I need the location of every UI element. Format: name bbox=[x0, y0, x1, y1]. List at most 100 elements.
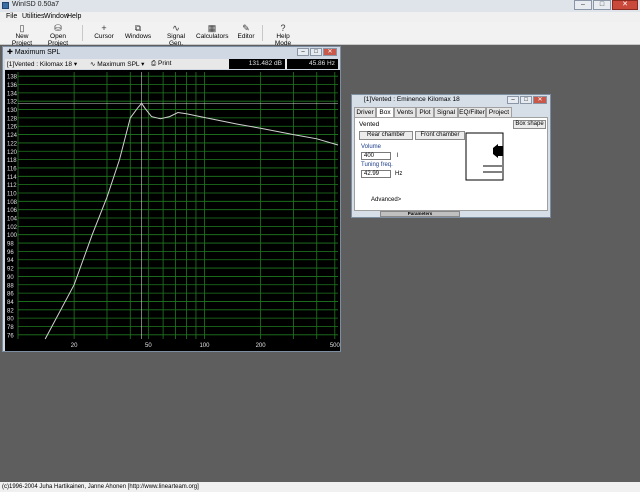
signal-gen-icon: ∿ bbox=[172, 23, 180, 33]
box-window-title: [1]Vented : Eminence Kilomax 18 bbox=[364, 96, 460, 103]
x-tick-label: 500 bbox=[330, 343, 340, 349]
menu-window[interactable]: Window bbox=[44, 13, 69, 20]
y-tick-label: 116 bbox=[7, 166, 17, 172]
y-tick-label: 118 bbox=[7, 158, 17, 164]
tab-signal[interactable]: Signal bbox=[434, 107, 458, 117]
y-tick-label: 90 bbox=[7, 275, 14, 281]
tuning-label: Tuning freq. bbox=[361, 162, 393, 168]
x-tick-label: 200 bbox=[256, 343, 267, 349]
parameters-bar[interactable]: Parameters bbox=[380, 211, 460, 217]
new-project-button[interactable]: ▯ New Project bbox=[6, 23, 38, 47]
y-tick-label: 136 bbox=[7, 83, 18, 89]
box-shape-button[interactable]: Box shape bbox=[513, 120, 546, 129]
app-title: WinISD 0.50a7 bbox=[12, 1, 60, 8]
plot-select-value: Maximum SPL bbox=[97, 61, 140, 68]
toolbar-divider bbox=[262, 25, 263, 41]
y-tick-label: 96 bbox=[7, 250, 14, 256]
help-mode-icon: ? bbox=[280, 23, 286, 33]
menu-utilities[interactable]: Utilities bbox=[22, 13, 45, 20]
calculators-icon: ▦ bbox=[207, 23, 217, 33]
y-tick-label: 132 bbox=[7, 100, 18, 106]
open-project-label: Open Project bbox=[47, 33, 69, 47]
y-tick-label: 120 bbox=[7, 150, 18, 156]
y-tick-label: 88 bbox=[7, 283, 14, 289]
y-tick-label: 104 bbox=[7, 217, 18, 223]
close-button[interactable]: ✕ bbox=[612, 0, 638, 10]
tab-box[interactable]: Box bbox=[376, 107, 394, 117]
waveform-icon: ∿ bbox=[90, 61, 96, 68]
spl-maximize-button[interactable]: □ bbox=[310, 48, 322, 56]
signal-gen-label: Signal Gen. bbox=[166, 33, 186, 47]
cursor-button[interactable]: + Cursor bbox=[92, 23, 116, 40]
help-mode-button[interactable]: ? Help Mode bbox=[268, 23, 298, 47]
editor-icon: ✎ bbox=[242, 23, 250, 33]
tab-plot[interactable]: Plot bbox=[416, 107, 434, 117]
y-tick-label: 122 bbox=[7, 141, 18, 147]
readout-hz: 45.86 Hz bbox=[287, 59, 338, 69]
y-tick-label: 112 bbox=[7, 183, 17, 189]
spl-minimize-button[interactable]: – bbox=[297, 48, 309, 56]
box-panel: Vented Box shape Rear chamber Front cham… bbox=[354, 117, 548, 211]
box-close-button[interactable]: ✕ bbox=[533, 96, 547, 104]
box-type-label: Vented bbox=[359, 121, 380, 128]
y-tick-label: 94 bbox=[7, 258, 14, 264]
menu-file[interactable]: File bbox=[6, 13, 17, 20]
front-chamber-button[interactable]: Front chamber bbox=[415, 131, 465, 140]
editor-button[interactable]: ✎ Editor bbox=[236, 23, 256, 40]
volume-unit: l bbox=[397, 153, 399, 159]
volume-label: Volume bbox=[361, 144, 382, 150]
rear-chamber-button[interactable]: Rear chamber bbox=[359, 131, 413, 140]
menu-help[interactable]: Help bbox=[67, 13, 81, 20]
advanced-button[interactable]: Advanced> bbox=[371, 197, 401, 203]
calculators-button[interactable]: ▦ Calculators bbox=[196, 23, 229, 40]
dropdown-arrow-icon: ▾ bbox=[73, 61, 78, 68]
y-tick-label: 86 bbox=[7, 292, 14, 298]
y-tick-label: 100 bbox=[7, 233, 18, 239]
y-tick-label: 102 bbox=[7, 225, 18, 231]
windows-label: Windows bbox=[124, 33, 152, 40]
spl-close-button[interactable]: ✕ bbox=[323, 48, 337, 56]
y-tick-label: 80 bbox=[7, 317, 14, 323]
y-tick-label: 110 bbox=[7, 191, 17, 197]
project-select-value: [1]Vented : Kilomax 18 bbox=[7, 61, 73, 68]
spl-window-title: ✚ Maximum SPL bbox=[7, 49, 61, 56]
print-button[interactable]: ⎙ Print bbox=[151, 60, 171, 68]
dropdown-arrow-icon: ▾ bbox=[141, 61, 145, 68]
box-maximize-button[interactable]: □ bbox=[520, 96, 532, 104]
spl-plot[interactable]: 76 78 80 82 84 86 88 90 92 94 96 98 100 102 104 106 108 1… bbox=[5, 70, 340, 351]
spl-toolbar: [1]Vented : Kilomax 18 ▾ ∿ Maximum SPL ▾… bbox=[5, 59, 338, 69]
tab-project[interactable]: Project bbox=[486, 107, 512, 117]
box-minimize-button[interactable]: – bbox=[507, 96, 519, 104]
tuning-field[interactable]: 42.99 bbox=[361, 170, 391, 178]
y-tick-label: 134 bbox=[7, 91, 18, 97]
spl-chart: 76 78 80 82 84 86 88 90 92 94 96 98 100 102 104 106 108 1… bbox=[5, 70, 340, 351]
y-tick-label: 124 bbox=[7, 133, 18, 139]
signal-gen-button[interactable]: ∿ Signal Gen. bbox=[160, 23, 192, 47]
plot-select[interactable]: ∿ Maximum SPL ▾ bbox=[90, 60, 144, 68]
toolbar-divider bbox=[82, 25, 83, 41]
printer-icon: ⎙ bbox=[151, 60, 157, 67]
x-tick-label: 20 bbox=[71, 343, 78, 349]
spl-window: ✚ Maximum SPL – □ ✕ [1]Vented : Kilomax … bbox=[2, 46, 341, 352]
toolbar: ▯ New Project ⛁ Open Project + Cursor ⧉ … bbox=[0, 22, 640, 47]
y-tick-label: 130 bbox=[7, 108, 18, 114]
new-project-icon: ▯ bbox=[19, 23, 25, 33]
y-tick-label: 114 bbox=[7, 175, 17, 181]
readout-db: 131.482 dB bbox=[229, 59, 285, 69]
menu-bar: File Utilities Window Help bbox=[0, 12, 640, 22]
windows-button[interactable]: ⧉ Windows bbox=[124, 23, 152, 40]
project-select[interactable]: [1]Vented : Kilomax 18 ▾ bbox=[7, 60, 77, 68]
open-project-button[interactable]: ⛁ Open Project bbox=[40, 23, 76, 47]
y-tick-label: 106 bbox=[7, 208, 18, 214]
help-mode-label: Help Mode bbox=[274, 33, 292, 47]
tab-driver[interactable]: Driver bbox=[354, 107, 376, 117]
calculators-label: Calculators bbox=[196, 33, 229, 40]
cursor-icon: + bbox=[101, 23, 107, 33]
tab-eq-filter[interactable]: EQ/Filter bbox=[458, 107, 486, 117]
windows-icon: ⧉ bbox=[134, 23, 142, 33]
tab-vents[interactable]: Vents bbox=[394, 107, 416, 117]
y-tick-label: 76 bbox=[7, 333, 14, 339]
volume-field[interactable]: 400 bbox=[361, 152, 391, 160]
maximize-button[interactable]: □ bbox=[593, 0, 611, 10]
minimize-button[interactable]: – bbox=[574, 0, 592, 10]
